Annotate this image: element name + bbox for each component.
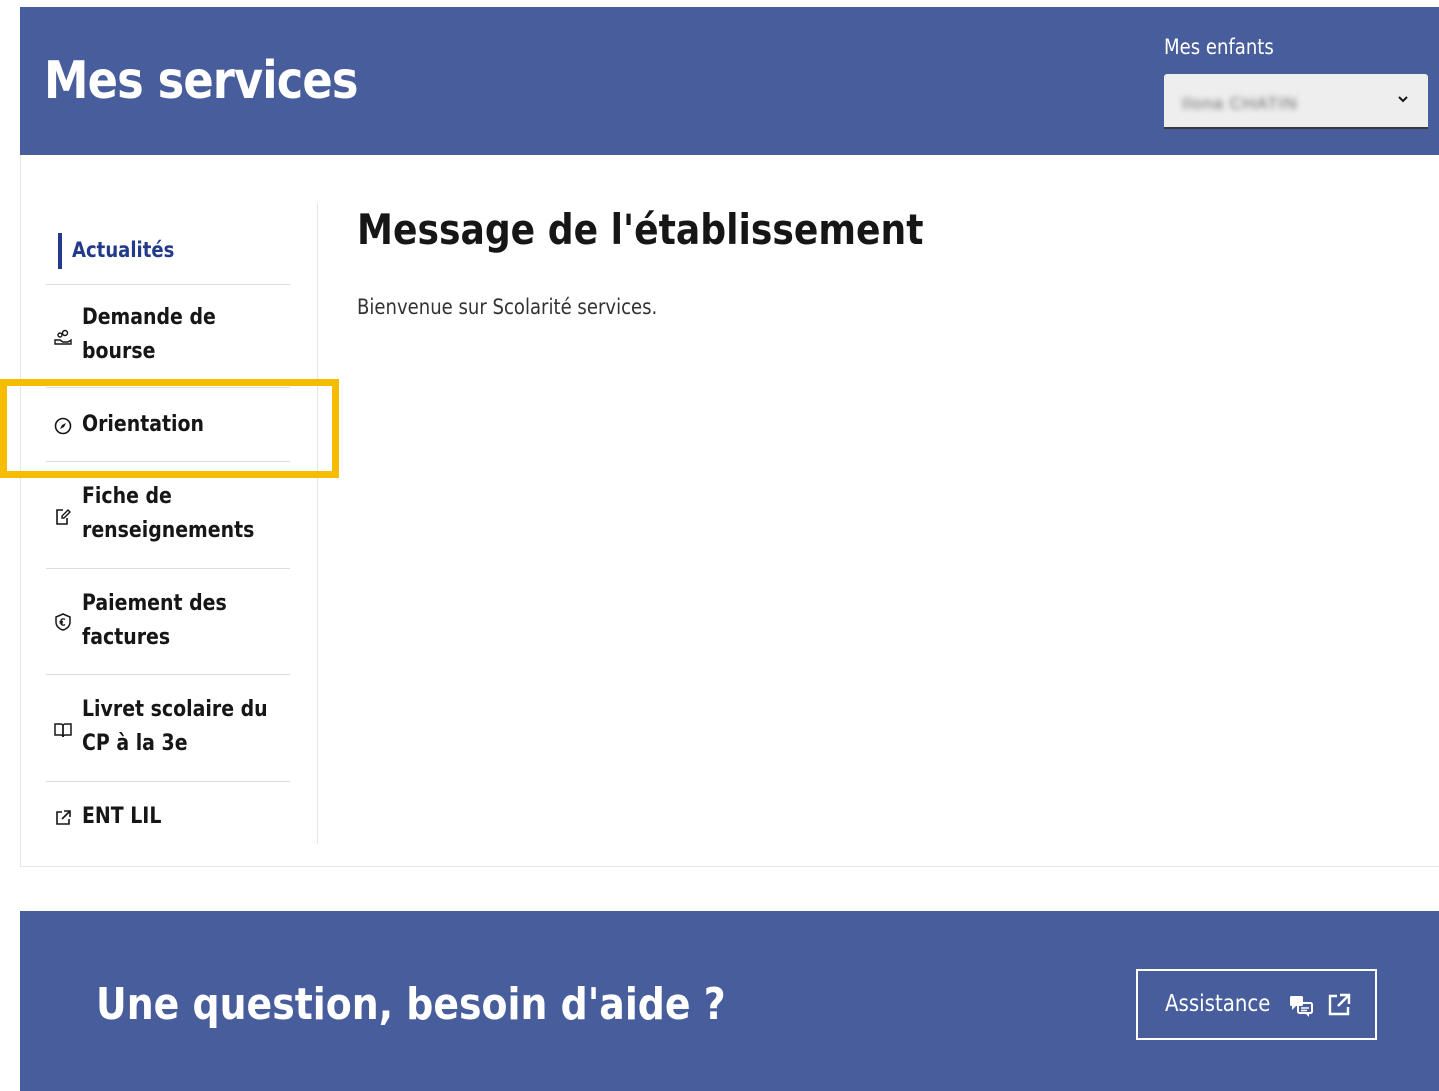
content-message: Bienvenue sur Scolarité services. [357, 295, 658, 319]
external-link-icon [1328, 993, 1351, 1016]
highlight-box [0, 379, 339, 478]
content-title: Message de l'établissement [357, 205, 924, 254]
sidenav-item-demande-de-bourse[interactable]: Demande de bourse [46, 285, 290, 388]
sidenav-item-label: Fiche de renseignements [82, 484, 255, 543]
sidenav-divider [317, 203, 318, 844]
sidenav-item-label: Livret scolaire du CP à la 3e [82, 697, 268, 756]
sidenav-item-fiche-de-renseignements[interactable]: Fiche de renseignements [46, 462, 290, 569]
sidenav-item-livret-scolaire[interactable]: Livret scolaire du CP à la 3e [46, 675, 290, 782]
side-navigation: Actualités Demande de bourse Orientation… [46, 203, 290, 852]
external-link-icon [56, 810, 71, 825]
help-footer: Une question, besoin d'aide ? Assistance [20, 911, 1439, 1091]
active-indicator [58, 233, 62, 269]
chevron-down-icon [1398, 96, 1408, 103]
main-card: Actualités Demande de bourse Orientation… [20, 155, 1439, 867]
hand-coins-icon [54, 329, 72, 345]
footer-title: Une question, besoin d'aide ? [96, 979, 726, 1030]
edit-document-icon [56, 509, 71, 525]
assistance-button-label: Assistance [1165, 991, 1271, 1017]
book-icon [54, 723, 72, 738]
page-title: Mes services [44, 51, 359, 111]
sidenav-item-actualites[interactable]: Actualités [46, 203, 290, 285]
sidenav-item-paiement-des-factures[interactable]: Paiement des factures [46, 569, 290, 675]
sidenav-item-ent-lil[interactable]: ENT LIL [46, 782, 290, 852]
support-chat-icon [1290, 996, 1313, 1017]
sidenav-item-label: Paiement des factures [82, 591, 227, 650]
page-header: Mes services Mes enfants Ilona CHATIN [20, 7, 1439, 155]
money-shield-icon [55, 613, 71, 631]
children-select[interactable]: Ilona CHATIN [1164, 74, 1428, 129]
sidenav-item-label: Demande de bourse [82, 305, 216, 364]
children-select-value: Ilona CHATIN [1182, 94, 1298, 113]
children-select-label: Mes enfants [1164, 35, 1274, 59]
assistance-button[interactable]: Assistance [1136, 969, 1377, 1040]
sidenav-item-label: Actualités [72, 238, 175, 262]
sidenav-item-label: ENT LIL [82, 804, 162, 829]
